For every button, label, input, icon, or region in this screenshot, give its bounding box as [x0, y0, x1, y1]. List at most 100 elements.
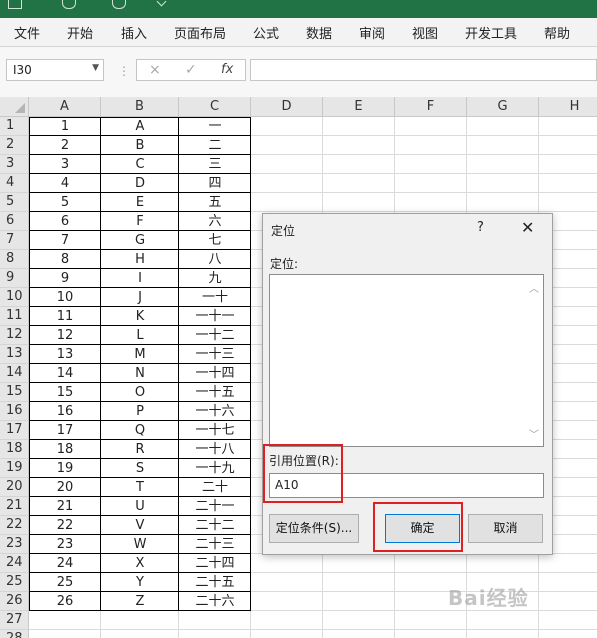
row-header-23[interactable]: 23 — [0, 535, 29, 554]
cell-c1[interactable]: 一 — [179, 117, 251, 136]
column-header-c[interactable]: C — [179, 97, 251, 117]
cell-a2[interactable]: 2 — [29, 136, 101, 155]
row-header-17[interactable]: 17 — [0, 421, 29, 440]
cell-b11[interactable]: K — [101, 307, 179, 326]
cell-c12[interactable]: 一十二 — [179, 326, 251, 345]
column-header-b[interactable]: B — [101, 97, 179, 117]
cell-c19[interactable]: 一十九 — [179, 459, 251, 478]
cell-b6[interactable]: F — [101, 212, 179, 231]
cell-a24[interactable]: 24 — [29, 554, 101, 573]
cancel-icon[interactable]: × — [149, 62, 161, 78]
tab-view[interactable]: 视图 — [412, 23, 438, 42]
tab-page-layout[interactable]: 页面布局 — [174, 23, 226, 42]
cell-c9[interactable]: 九 — [179, 269, 251, 288]
cell-c20[interactable]: 二十 — [179, 478, 251, 497]
cell-b14[interactable]: N — [101, 364, 179, 383]
cell-a13[interactable]: 13 — [29, 345, 101, 364]
row-header-25[interactable]: 25 — [0, 573, 29, 592]
cell-b3[interactable]: C — [101, 155, 179, 174]
tab-review[interactable]: 审阅 — [359, 23, 385, 42]
cell-b21[interactable]: U — [101, 497, 179, 516]
cell-a16[interactable]: 16 — [29, 402, 101, 421]
row-header-6[interactable]: 6 — [0, 212, 29, 231]
formula-input[interactable] — [250, 59, 597, 81]
tab-home[interactable]: 开始 — [67, 23, 93, 42]
cell-a6[interactable]: 6 — [29, 212, 101, 231]
row-header-14[interactable]: 14 — [0, 364, 29, 383]
row-header-1[interactable]: 1 — [0, 117, 29, 136]
cell-a9[interactable]: 9 — [29, 269, 101, 288]
cell-c18[interactable]: 一十八 — [179, 440, 251, 459]
cell-c21[interactable]: 二十一 — [179, 497, 251, 516]
cell-c26[interactable]: 二十六 — [179, 592, 251, 611]
cell-b1[interactable]: A — [101, 117, 179, 136]
cell-b8[interactable]: H — [101, 250, 179, 269]
cell-a5[interactable]: 5 — [29, 193, 101, 212]
column-header-e[interactable]: E — [323, 97, 395, 117]
redo-icon[interactable] — [112, 0, 126, 9]
save-icon[interactable] — [8, 0, 22, 9]
row-header-18[interactable]: 18 — [0, 440, 29, 459]
cell-b2[interactable]: B — [101, 136, 179, 155]
tab-data[interactable]: 数据 — [306, 23, 332, 42]
ok-button[interactable]: 确定 — [385, 514, 460, 543]
cell-c10[interactable]: 一十 — [179, 288, 251, 307]
cell-c7[interactable]: 七 — [179, 231, 251, 250]
cell-c16[interactable]: 一十六 — [179, 402, 251, 421]
row-header-10[interactable]: 10 — [0, 288, 29, 307]
column-header-g[interactable]: G — [467, 97, 539, 117]
cell-b25[interactable]: Y — [101, 573, 179, 592]
cell-a19[interactable]: 19 — [29, 459, 101, 478]
cell-b4[interactable]: D — [101, 174, 179, 193]
cell-b15[interactable]: O — [101, 383, 179, 402]
row-header-5[interactable]: 5 — [0, 193, 29, 212]
cell-c17[interactable]: 一十七 — [179, 421, 251, 440]
row-header-13[interactable]: 13 — [0, 345, 29, 364]
row-header-19[interactable]: 19 — [0, 459, 29, 478]
row-header-24[interactable]: 24 — [0, 554, 29, 573]
row-header-28[interactable]: 28 — [0, 630, 29, 638]
cell-b10[interactable]: J — [101, 288, 179, 307]
cell-b24[interactable]: X — [101, 554, 179, 573]
cell-c11[interactable]: 一十一 — [179, 307, 251, 326]
cell-a26[interactable]: 26 — [29, 592, 101, 611]
cell-a17[interactable]: 17 — [29, 421, 101, 440]
cell-c24[interactable]: 二十四 — [179, 554, 251, 573]
cell-b12[interactable]: L — [101, 326, 179, 345]
close-icon[interactable]: ✕ — [521, 218, 534, 237]
column-header-d[interactable]: D — [251, 97, 323, 117]
cell-a18[interactable]: 18 — [29, 440, 101, 459]
row-header-20[interactable]: 20 — [0, 478, 29, 497]
row-header-22[interactable]: 22 — [0, 516, 29, 535]
cell-b16[interactable]: P — [101, 402, 179, 421]
row-header-11[interactable]: 11 — [0, 307, 29, 326]
row-header-15[interactable]: 15 — [0, 383, 29, 402]
cell-c15[interactable]: 一十五 — [179, 383, 251, 402]
reference-input[interactable]: A10 — [269, 473, 544, 498]
select-all-button[interactable] — [0, 97, 29, 117]
cell-a15[interactable]: 15 — [29, 383, 101, 402]
chevron-down-icon[interactable]: ▼ — [92, 63, 99, 73]
cell-b5[interactable]: E — [101, 193, 179, 212]
row-header-8[interactable]: 8 — [0, 250, 29, 269]
enter-icon[interactable]: ✓ — [185, 62, 197, 78]
formula-bar-grip[interactable]: ⋮ — [118, 64, 130, 78]
cell-a4[interactable]: 4 — [29, 174, 101, 193]
cell-b22[interactable]: V — [101, 516, 179, 535]
insert-function-icon[interactable]: fx — [221, 62, 233, 77]
cell-a10[interactable]: 10 — [29, 288, 101, 307]
tab-file[interactable]: 文件 — [14, 23, 40, 42]
row-header-27[interactable]: 27 — [0, 611, 29, 630]
cell-a23[interactable]: 23 — [29, 535, 101, 554]
cell-c13[interactable]: 一十三 — [179, 345, 251, 364]
column-header-h[interactable]: H — [539, 97, 597, 117]
cancel-button[interactable]: 取消 — [468, 514, 543, 543]
cell-c2[interactable]: 二 — [179, 136, 251, 155]
cell-b18[interactable]: R — [101, 440, 179, 459]
undo-icon[interactable] — [62, 0, 76, 9]
cell-a20[interactable]: 20 — [29, 478, 101, 497]
cell-c8[interactable]: 八 — [179, 250, 251, 269]
row-header-16[interactable]: 16 — [0, 402, 29, 421]
cell-a22[interactable]: 22 — [29, 516, 101, 535]
name-box[interactable]: I30 ▼ — [6, 59, 104, 81]
